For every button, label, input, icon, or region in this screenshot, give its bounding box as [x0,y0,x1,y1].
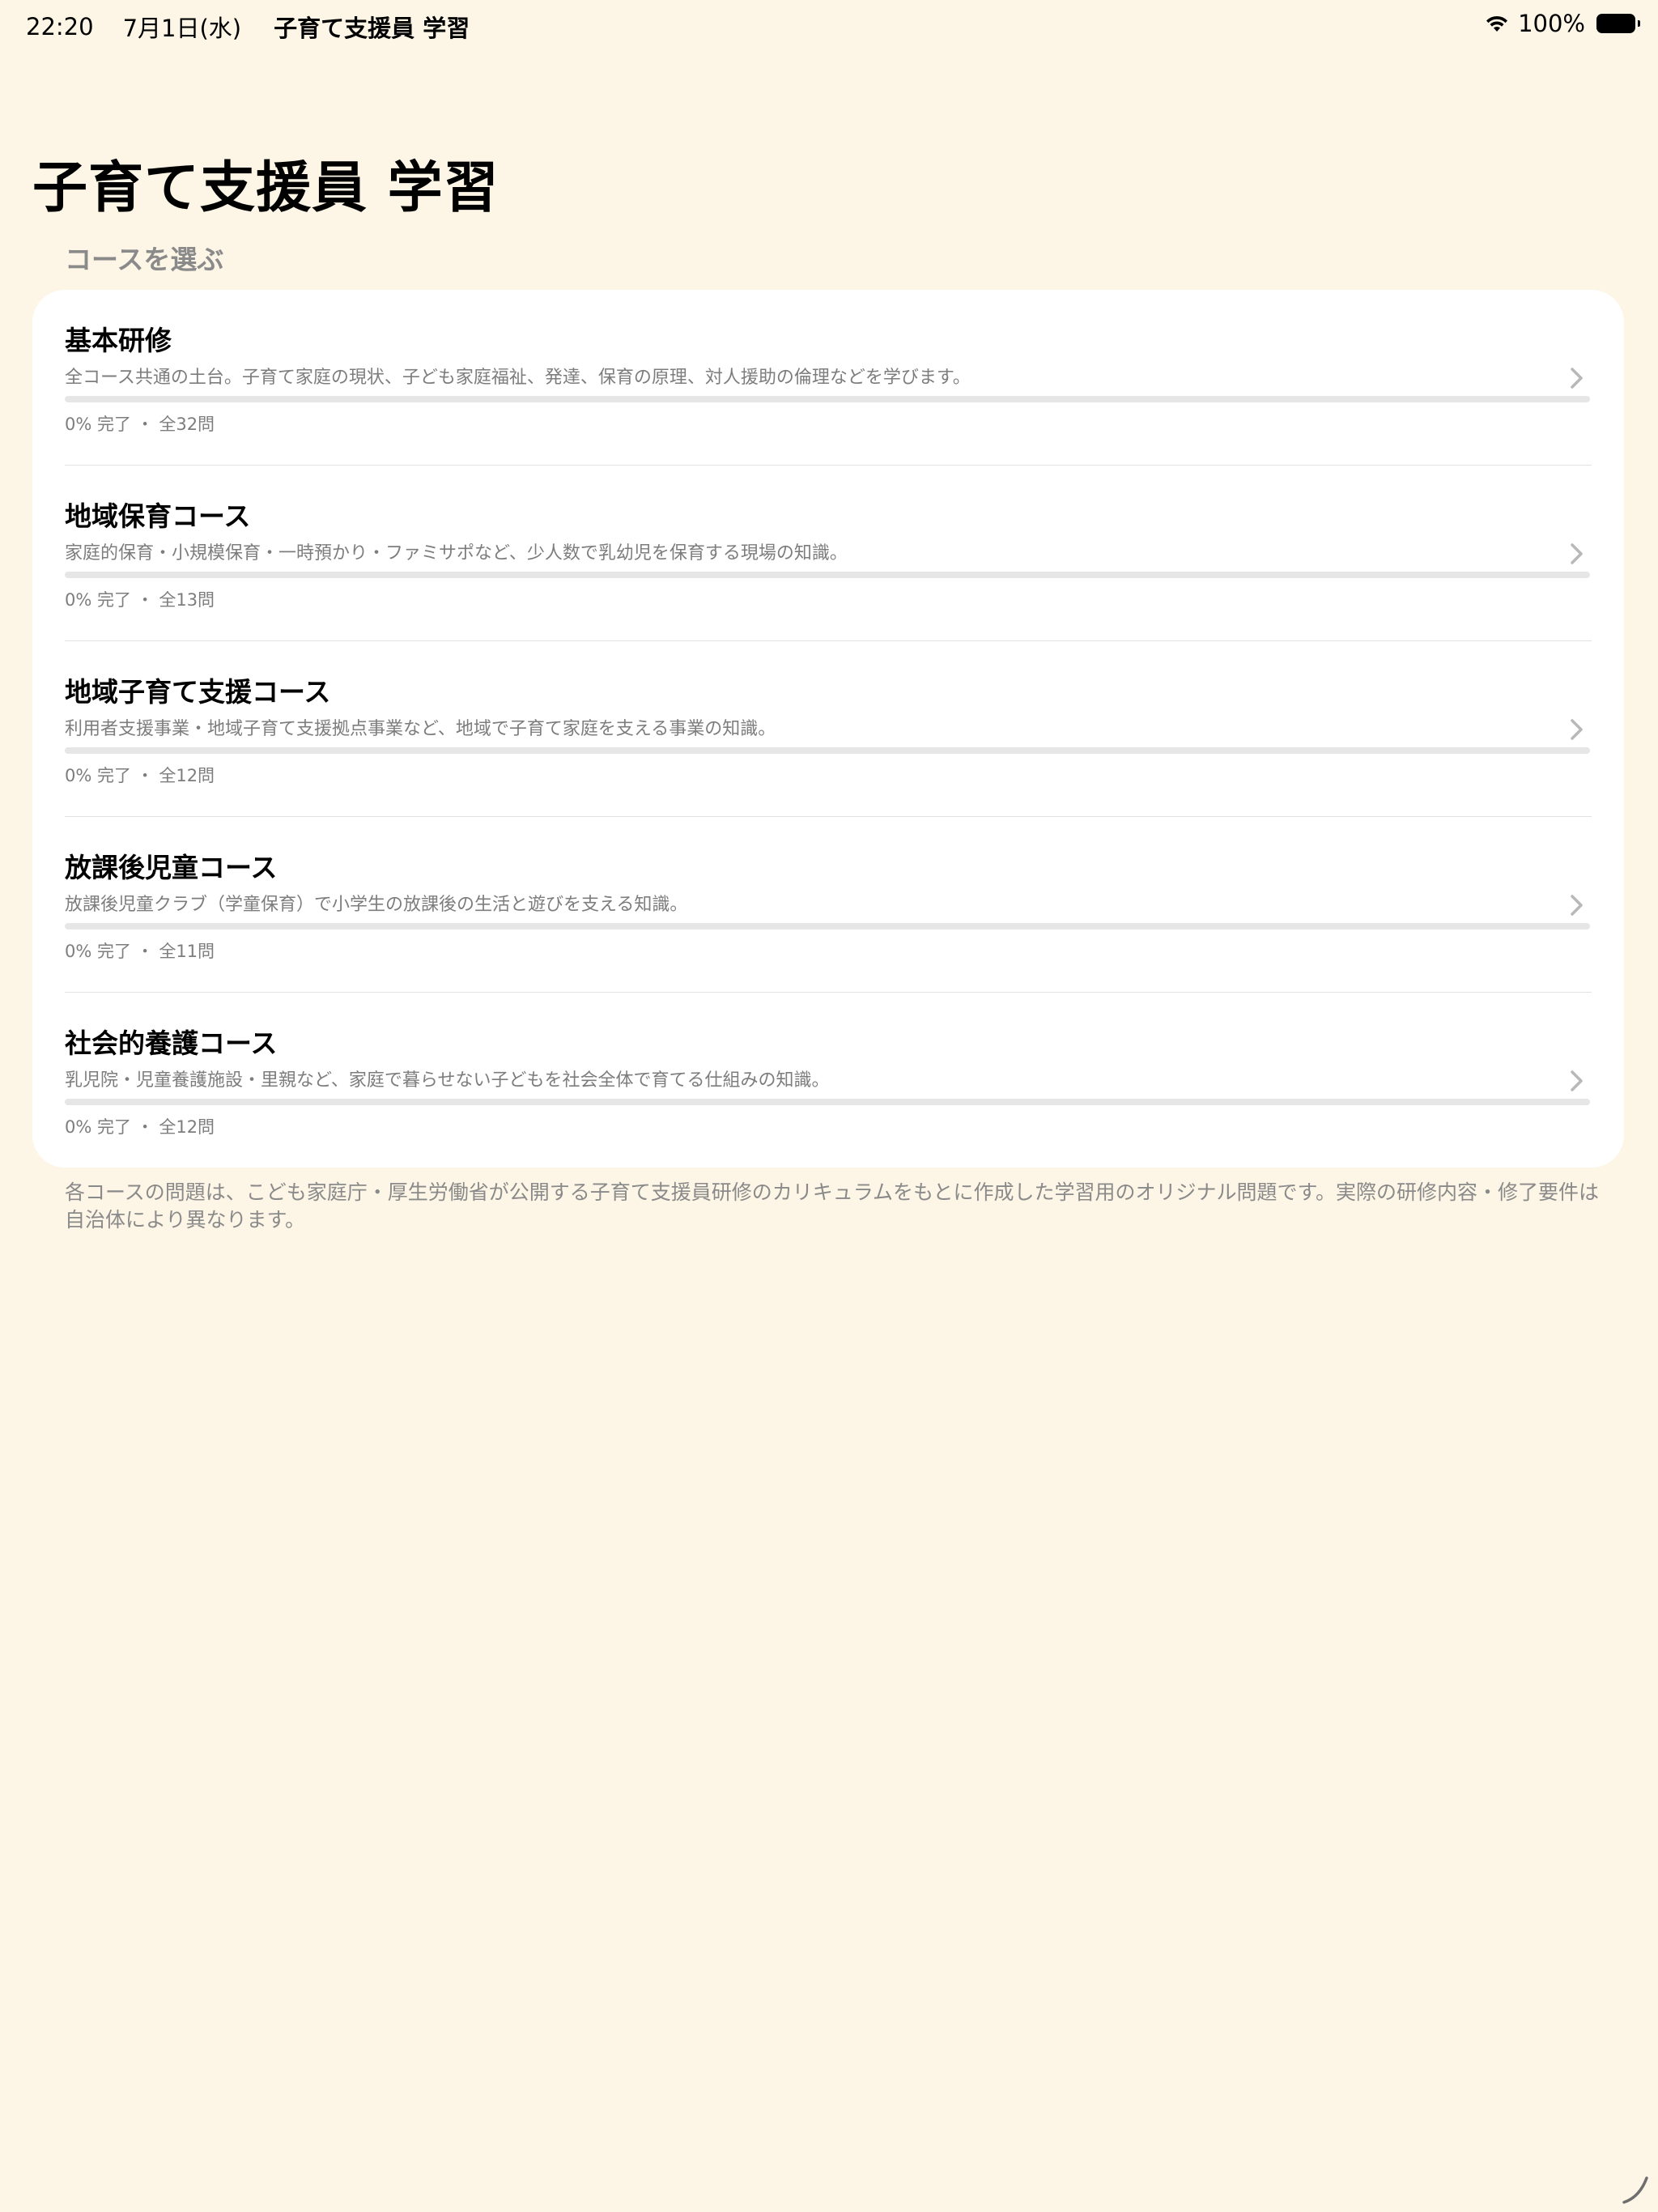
course-description: 乳児院・児童養護施設・里親など、家庭で暮らせない子どもを社会全体で育てる仕組みの… [65,1070,830,1091]
status-bar: 22:20 7月1日(水) 子育て支援員 学習 100% [0,0,1658,52]
footnote: 各コースの問題は、こども家庭庁・厚生労働省が公開する子育て支援員研修のカリキュラ… [65,1180,1600,1231]
chevron-right-icon [1571,368,1583,389]
course-list: 基本研修 全コース共通の土台。子育て家庭の現状、子ども家庭福祉、発達、保育の原理… [32,290,1624,1168]
chevron-right-icon [1571,719,1583,740]
status-app-name: 子育て支援員 学習 [274,15,470,42]
course-title: 放課後児童コース [65,852,278,883]
course-description: 利用者支援事業・地域子育て支援拠点事業など、地域で子育て家庭を支える事業の知識。 [65,719,776,739]
status-right: 100% [1484,10,1640,37]
status-date: 7月1日(水) [122,15,242,42]
course-meta: 0% 完了 ・ 全32問 [65,415,215,434]
course-description: 家庭的保育・小規模保育・一時預かり・ファミサポなど、少人数で乳幼児を保育する現場… [65,543,848,564]
progress-bar [65,572,1590,578]
chevron-right-icon [1571,895,1583,916]
progress-bar [65,1099,1590,1105]
course-meta: 0% 完了 ・ 全11問 [65,942,215,961]
course-row-community-childcare[interactable]: 地域保育コース 家庭的保育・小規模保育・一時預かり・ファミサポなど、少人数で乳幼… [32,466,1624,641]
progress-bar [65,747,1590,754]
status-time: 22:20 [26,13,94,40]
chevron-right-icon [1571,1070,1583,1091]
course-title: 基本研修 [65,325,172,356]
battery-icon [1596,14,1640,33]
course-row-social-care[interactable]: 社会的養護コース 乳児院・児童養護施設・里親など、家庭で暮らせない子どもを社会全… [32,993,1624,1168]
course-meta: 0% 完了 ・ 全13問 [65,590,215,610]
course-title: 社会的養護コース [65,1027,278,1059]
course-description: 放課後児童クラブ（学童保育）で小学生の放課後の生活と遊びを支える知識。 [65,895,688,915]
progress-bar [65,396,1590,402]
course-title: 地域子育て支援コース [65,676,331,708]
progress-bar [65,923,1590,929]
course-row-community-support[interactable]: 地域子育て支援コース 利用者支援事業・地域子育て支援拠点事業など、地域で子育て家… [32,641,1624,817]
page-title: 子育て支援員 学習 [32,156,500,220]
course-meta: 0% 完了 ・ 全12問 [65,766,215,785]
course-title: 地域保育コース [65,500,251,532]
battery-percent: 100% [1518,10,1585,37]
chevron-right-icon [1571,543,1583,564]
course-description: 全コース共通の土台。子育て家庭の現状、子ども家庭福祉、発達、保育の原理、対人援助… [65,368,971,388]
status-left: 22:20 7月1日(水) 子育て支援員 学習 [26,10,470,44]
wifi-icon [1486,15,1508,32]
course-meta: 0% 完了 ・ 全12問 [65,1117,215,1137]
section-header: コースを選ぶ [65,244,224,275]
course-row-basic[interactable]: 基本研修 全コース共通の土台。子育て家庭の現状、子ども家庭福祉、発達、保育の原理… [32,290,1624,466]
course-row-after-school[interactable]: 放課後児童コース 放課後児童クラブ（学童保育）で小学生の放課後の生活と遊びを支え… [32,817,1624,993]
corner-handle-icon [1622,2176,1648,2204]
